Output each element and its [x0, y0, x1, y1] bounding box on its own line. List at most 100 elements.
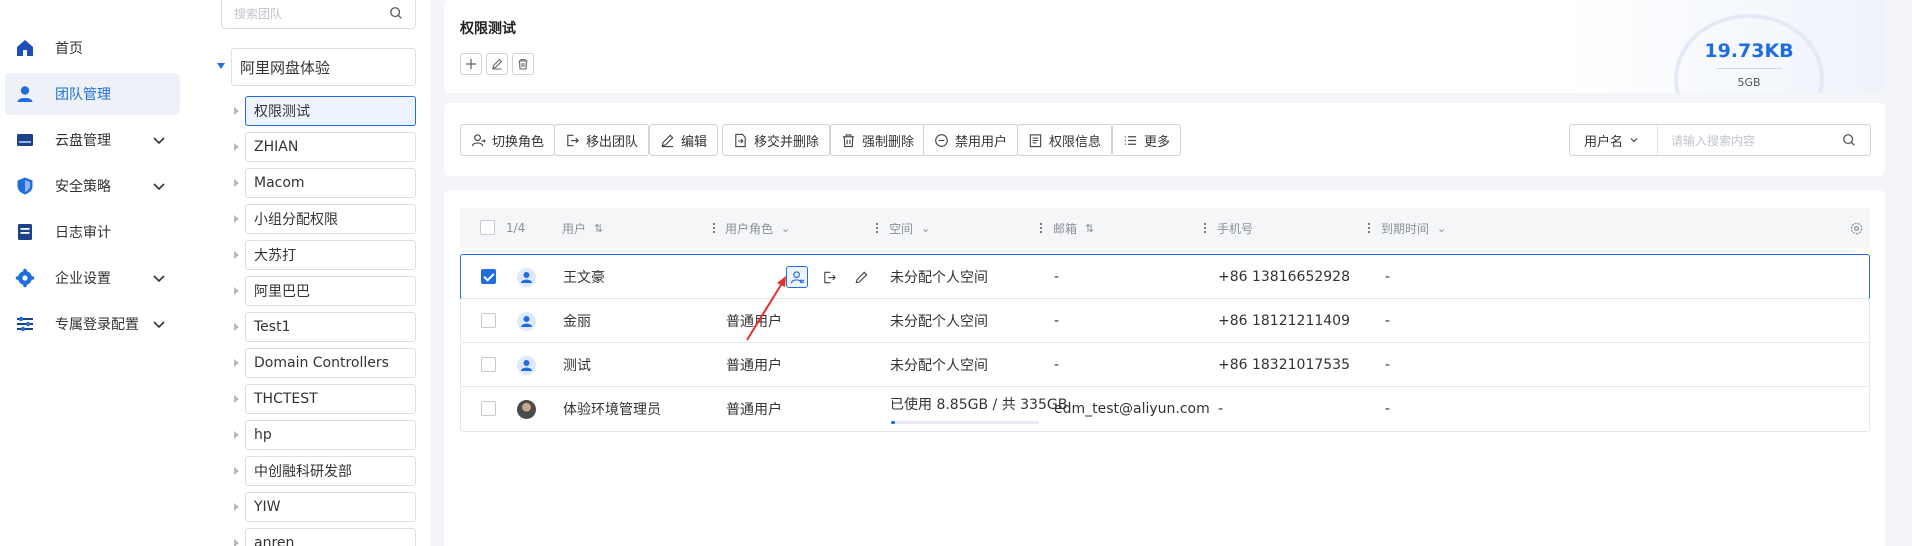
- tree-node[interactable]: Domain Controllers: [245, 348, 416, 378]
- table-row[interactable]: 测试 普通用户 未分配个人空间 - +86 18321017535 -: [460, 342, 1870, 388]
- table-header: 1/4 用户 ⇅ 用户角色 ⌄ 空间 ⌄ 邮箱 ⇅ 手机号 到期时间 ⌄: [460, 208, 1870, 248]
- tree-collapse-caret-icon[interactable]: [234, 323, 239, 331]
- row-actions: [786, 266, 882, 288]
- sort-icon[interactable]: ⇅: [1085, 222, 1094, 235]
- tree-collapse-caret-icon[interactable]: [234, 107, 239, 115]
- tree-expand-caret-icon[interactable]: [217, 63, 225, 69]
- user-name: 金丽: [563, 314, 591, 330]
- chevron-down-icon[interactable]: ⌄: [781, 222, 790, 235]
- tree-node[interactable]: 中创融科研发部: [245, 456, 416, 486]
- tree-node[interactable]: 小组分配权限: [245, 204, 416, 234]
- pencil-icon: [492, 58, 503, 70]
- pencil-icon: [855, 271, 867, 283]
- tree-collapse-caret-icon[interactable]: [234, 143, 239, 151]
- remove-from-team-button[interactable]: 移出团队: [554, 124, 650, 156]
- column-resize-handle[interactable]: [1368, 222, 1370, 234]
- add-button[interactable]: [460, 53, 482, 75]
- transfer-and-delete-button[interactable]: 移交并删除: [722, 124, 831, 156]
- delete-team-button[interactable]: [512, 53, 534, 75]
- tree-collapse-caret-icon[interactable]: [234, 251, 239, 259]
- chevron-down-icon[interactable]: ⌄: [921, 222, 930, 235]
- member-search-filter: 用户名 请输入搜索内容: [1569, 124, 1871, 156]
- column-resize-handle[interactable]: [713, 222, 715, 234]
- tree-node[interactable]: anren: [245, 528, 416, 546]
- tree-collapse-caret-icon[interactable]: [234, 431, 239, 439]
- column-resize-handle[interactable]: [876, 222, 878, 234]
- tree-node[interactable]: hp: [245, 420, 416, 450]
- nav-item-label: 企业设置: [55, 271, 111, 287]
- column-resize-handle[interactable]: [1204, 222, 1206, 234]
- table-row[interactable]: 金丽 普通用户 未分配个人空间 - +86 18121211409 -: [460, 298, 1870, 344]
- select-all-checkbox[interactable]: [480, 220, 495, 235]
- remove-from-team-action[interactable]: [818, 266, 840, 288]
- tree-node[interactable]: 权限测试: [245, 96, 416, 126]
- force-delete-button[interactable]: 强制删除: [830, 124, 926, 156]
- tree-node[interactable]: Test1: [245, 312, 416, 342]
- column-header-space[interactable]: 空间 ⌄: [889, 208, 930, 248]
- chevron-down-icon: [153, 183, 165, 191]
- tree-collapse-caret-icon[interactable]: [234, 287, 239, 295]
- column-label: 手机号: [1217, 221, 1254, 236]
- force-delete-label: 强制删除: [862, 134, 915, 150]
- edit-team-button[interactable]: [486, 53, 508, 75]
- tree-node[interactable]: THCTEST: [245, 384, 416, 414]
- tree-root-node[interactable]: 阿里网盘体验: [231, 48, 416, 86]
- team-search-input[interactable]: 搜索团队: [221, 0, 416, 29]
- row-checkbox[interactable]: [481, 269, 496, 284]
- tree-collapse-caret-icon[interactable]: [234, 395, 239, 403]
- tree-collapse-caret-icon[interactable]: [234, 539, 239, 546]
- disable-user-button[interactable]: 禁用用户: [923, 124, 1019, 156]
- user-email: edm_test@aliyun.com: [1054, 401, 1210, 417]
- table-row[interactable]: 王文豪 未分配个人空间 - +86 13816652928 -: [460, 254, 1870, 300]
- chevron-down-icon[interactable]: ⌄: [1437, 222, 1446, 235]
- permission-info-button[interactable]: 权限信息: [1017, 124, 1113, 156]
- tree-node[interactable]: ZHIAN: [245, 132, 416, 162]
- user-phone: +86 18121211409: [1218, 313, 1350, 329]
- disable-icon: [935, 133, 948, 147]
- search-field-select[interactable]: 用户名: [1570, 125, 1658, 155]
- nav-item-cloud-disk[interactable]: 云盘管理: [5, 119, 180, 161]
- nav-item-home[interactable]: 首页: [5, 27, 180, 69]
- tree-collapse-caret-icon[interactable]: [234, 503, 239, 511]
- nav-item-login-config[interactable]: 专属登录配置: [5, 303, 180, 345]
- column-header-role[interactable]: 用户角色 ⌄: [725, 208, 790, 248]
- edit-user-action[interactable]: [850, 266, 872, 288]
- column-header-expire[interactable]: 到期时间 ⌄: [1381, 208, 1446, 248]
- column-label: 到期时间: [1381, 221, 1430, 236]
- column-header-user[interactable]: 用户 ⇅: [562, 208, 603, 248]
- user-expire: -: [1385, 313, 1391, 329]
- row-checkbox[interactable]: [481, 401, 496, 416]
- tree-collapse-caret-icon[interactable]: [234, 179, 239, 187]
- nav-item-team-management[interactable]: 团队管理: [5, 73, 180, 115]
- sort-icon[interactable]: ⇅: [594, 222, 603, 235]
- tree-node[interactable]: YIW: [245, 492, 416, 522]
- nav-item-log-audit[interactable]: 日志审计: [5, 211, 180, 253]
- avatar: [517, 312, 536, 331]
- nav-item-label: 团队管理: [55, 87, 111, 103]
- column-header-phone[interactable]: 手机号: [1217, 208, 1253, 248]
- member-search-input[interactable]: 请输入搜索内容: [1658, 132, 1842, 149]
- row-checkbox[interactable]: [481, 313, 496, 328]
- tree-collapse-caret-icon[interactable]: [234, 467, 239, 475]
- tree-collapse-caret-icon[interactable]: [234, 215, 239, 223]
- switch-role-button[interactable]: 切换角色: [460, 124, 556, 156]
- search-icon[interactable]: [389, 6, 403, 20]
- tree-node[interactable]: 阿里巴巴: [245, 276, 416, 306]
- user-space: 未分配个人空间: [890, 358, 988, 374]
- switch-role-action[interactable]: [786, 266, 808, 288]
- tree-node[interactable]: 大苏打: [245, 240, 416, 270]
- team-header: 权限测试 19.73KB 5GB: [444, 0, 1885, 93]
- edit-button[interactable]: 编辑: [649, 124, 719, 156]
- search-icon[interactable]: [1842, 133, 1856, 147]
- tree-node[interactable]: Macom: [245, 168, 416, 198]
- pencil-icon: [661, 134, 674, 147]
- column-settings-gear-icon[interactable]: [1849, 221, 1864, 236]
- nav-item-security-policy[interactable]: 安全策略: [5, 165, 180, 207]
- more-button[interactable]: 更多: [1112, 124, 1182, 156]
- column-header-email[interactable]: 邮箱 ⇅: [1053, 208, 1094, 248]
- tree-collapse-caret-icon[interactable]: [234, 359, 239, 367]
- row-checkbox[interactable]: [481, 357, 496, 372]
- column-resize-handle[interactable]: [1040, 222, 1042, 234]
- nav-item-enterprise-settings[interactable]: 企业设置: [5, 257, 180, 299]
- table-row[interactable]: 体验环境管理员 普通用户 已使用 8.85GB / 共 335GB edm_te…: [460, 386, 1870, 432]
